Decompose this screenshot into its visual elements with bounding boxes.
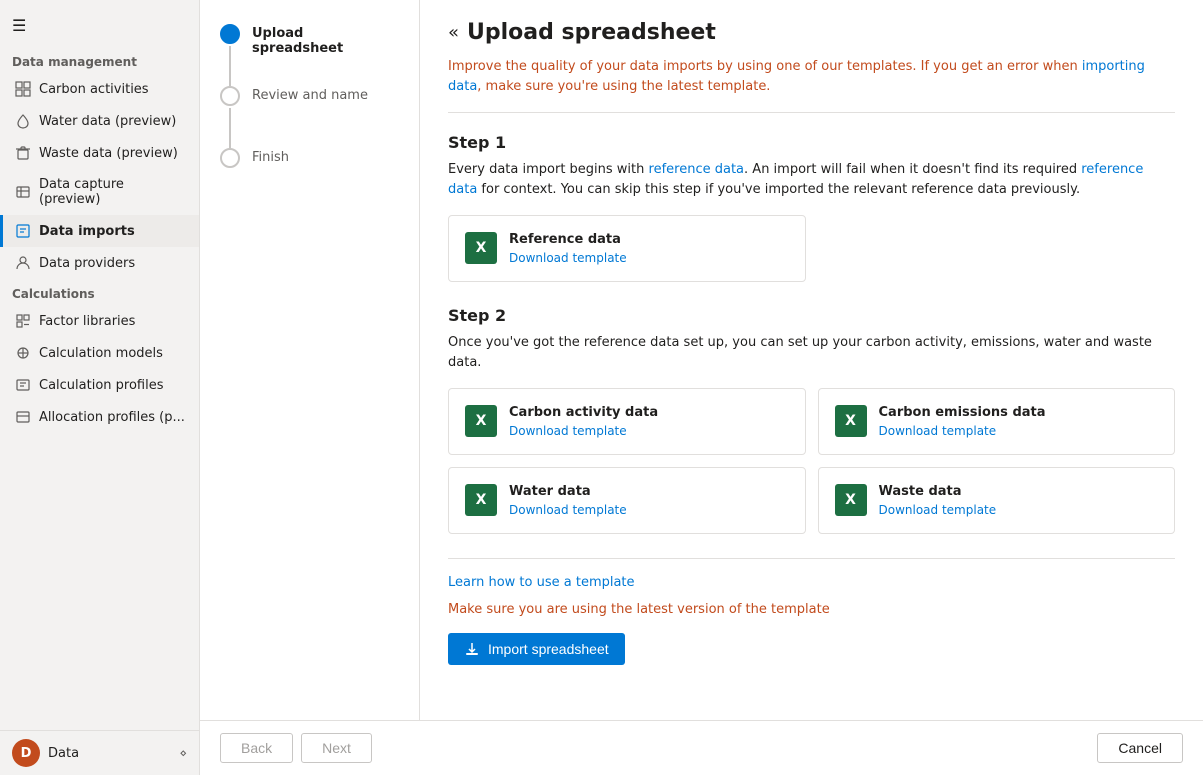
sidebar-label: Waste data (preview) [39,146,178,161]
upload-icon [464,641,480,657]
footer-left: Back Next [220,733,372,763]
excel-icon: X [465,232,497,264]
capture-icon [15,184,31,200]
step-circle-review [220,86,240,106]
avatar: D [12,739,40,767]
step-review: Review and name [220,86,399,148]
sidebar-label: Carbon activities [39,82,149,97]
sidebar-label: Calculation models [39,346,163,361]
content-header: « Upload spreadsheet [448,20,1175,45]
step-circle-upload [220,24,240,44]
next-button[interactable]: Next [301,733,372,763]
step2-cards-grid: X Carbon activity data Download template… [448,388,1175,534]
sidebar-label: Factor libraries [39,314,135,329]
importing-data-link[interactable]: importing data [448,59,1145,94]
carbon-activity-card[interactable]: X Carbon activity data Download template [448,388,806,455]
sidebar-item-factor-libraries[interactable]: Factor libraries [0,305,199,337]
calculations-label: Calculations [0,279,199,305]
reference-data-card[interactable]: X Reference data Download template [448,215,806,282]
sidebar-label: Calculation profiles [39,378,164,393]
import-spreadsheet-button[interactable]: Import spreadsheet [448,633,625,665]
download-template-link[interactable]: Download template [879,503,997,517]
content-panel: « Upload spreadsheet Improve the quality… [420,0,1203,720]
info-banner: Improve the quality of your data imports… [448,57,1175,113]
user-profile[interactable]: D Data ⋄ [0,730,199,775]
excel-icon: X [835,405,867,437]
data-management-label: Data management [0,47,199,73]
waste-data-card[interactable]: X Waste data Download template [818,467,1176,534]
import-icon [15,223,31,239]
download-template-link[interactable]: Download template [509,424,658,438]
cancel-button[interactable]: Cancel [1097,733,1183,763]
main-area: Upload spreadsheet Review and name Finis… [200,0,1203,775]
learn-link[interactable]: Learn how to use a template [448,575,1175,590]
section-divider [448,558,1175,559]
sidebar-item-data-providers[interactable]: Data providers [0,247,199,279]
step-circle-finish [220,148,240,168]
back-button[interactable]: Back [220,733,293,763]
footer: Back Next Cancel [200,720,1203,775]
excel-icon: X [465,484,497,516]
import-btn-label: Import spreadsheet [488,641,609,657]
user-label: Data [48,746,171,761]
card-title: Carbon emissions data [879,405,1046,420]
download-template-link[interactable]: Download template [509,503,627,517]
reference-data-link[interactable]: reference data [649,162,745,177]
sidebar-item-calculation-profiles[interactable]: Calculation profiles [0,369,199,401]
sidebar-item-calculation-models[interactable]: Calculation models [0,337,199,369]
warning-text: Make sure you are using the latest versi… [448,602,1175,617]
step-upload: Upload spreadsheet [220,24,399,86]
stepper-panel: Upload spreadsheet Review and name Finis… [200,0,420,720]
sidebar-item-carbon-activities[interactable]: Carbon activities [0,73,199,105]
provider-icon [15,255,31,271]
sidebar-label: Data providers [39,256,135,271]
step-line-1 [229,46,231,86]
download-template-link[interactable]: Download template [509,251,627,265]
card-title: Waste data [879,484,997,499]
step1-desc: Every data import begins with reference … [448,160,1175,199]
droplet-icon [15,113,31,129]
sidebar-item-water-data[interactable]: Water data (preview) [0,105,199,137]
allocation-icon [15,409,31,425]
sidebar-item-data-imports[interactable]: Data imports [0,215,199,247]
step2-desc: Once you've got the reference data set u… [448,333,1175,372]
back-arrow-icon[interactable]: « [448,22,459,43]
step1-title: Step 1 [448,133,1175,152]
card-title: Reference data [509,232,627,247]
carbon-emissions-card[interactable]: X Carbon emissions data Download templat… [818,388,1176,455]
factor-icon [15,313,31,329]
sidebar-label: Allocation profiles (p... [39,410,185,425]
step-label-finish: Finish [252,148,289,165]
card-title: Carbon activity data [509,405,658,420]
profile-icon [15,377,31,393]
step1-section: Step 1 Every data import begins with ref… [448,133,1175,282]
card-content: Reference data Download template [509,232,627,265]
step-label-review: Review and name [252,86,368,103]
sidebar-item-waste-data[interactable]: Waste data (preview) [0,137,199,169]
grid-icon [15,81,31,97]
download-template-link[interactable]: Download template [879,424,1046,438]
step2-section: Step 2 Once you've got the reference dat… [448,306,1175,534]
sidebar: ☰ Data management Carbon activities Wate… [0,0,200,775]
sidebar-item-allocation-profiles[interactable]: Allocation profiles (p... [0,401,199,433]
sidebar-label: Data imports [39,224,135,239]
card-title: Water data [509,484,627,499]
trash-icon [15,145,31,161]
chevron-icon: ⋄ [179,746,187,760]
sidebar-label: Water data (preview) [39,114,176,129]
sidebar-label: Data capture (preview) [39,177,187,207]
reference-data-link-2[interactable]: reference data [448,162,1143,197]
water-data-card[interactable]: X Water data Download template [448,467,806,534]
page-title: Upload spreadsheet [467,20,716,45]
excel-icon: X [835,484,867,516]
sidebar-item-data-capture[interactable]: Data capture (preview) [0,169,199,215]
step-label-upload: Upload spreadsheet [252,24,399,56]
step2-title: Step 2 [448,306,1175,325]
step-line-2 [229,108,231,148]
step-finish: Finish [220,148,399,168]
hamburger-menu[interactable]: ☰ [0,8,199,43]
excel-icon: X [465,405,497,437]
model-icon [15,345,31,361]
